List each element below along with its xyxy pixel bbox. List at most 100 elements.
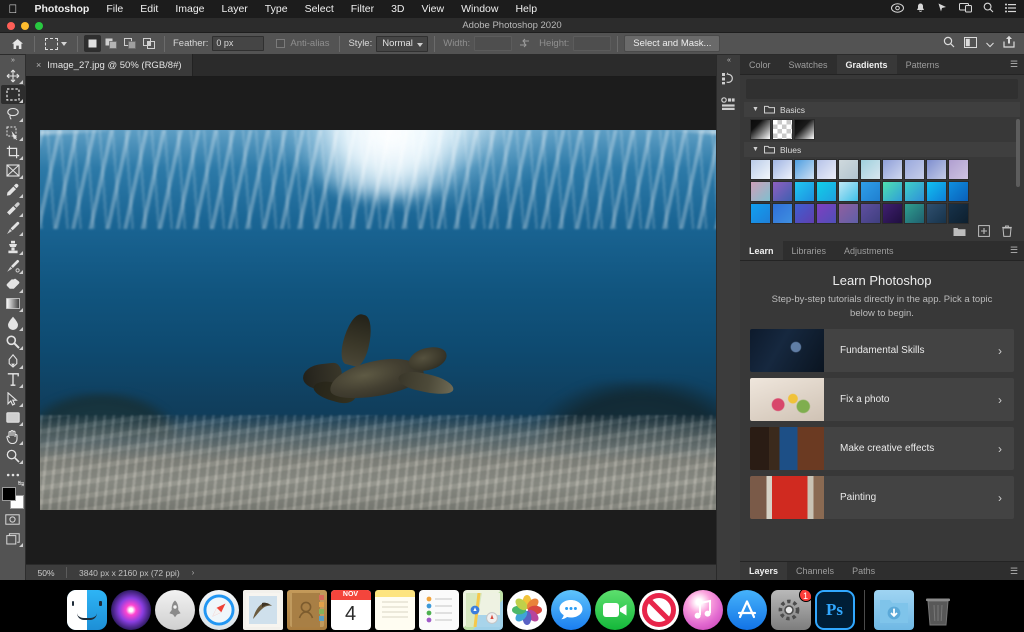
gradient-tool[interactable] — [1, 294, 25, 313]
foreground-color-chip[interactable] — [1, 487, 16, 501]
spot-healing-brush-tool[interactable] — [1, 199, 25, 218]
menu-item-image[interactable]: Image — [167, 0, 213, 18]
swap-colors-icon[interactable]: ↹ — [18, 479, 25, 488]
gradient-swatch[interactable] — [926, 159, 947, 180]
dock-item-mail[interactable] — [242, 590, 283, 630]
lasso-tool[interactable] — [1, 104, 25, 123]
panel-menu-icon[interactable]: ☰ — [1004, 241, 1024, 260]
workspace-icon[interactable] — [964, 35, 977, 53]
dock-item-safari[interactable] — [198, 590, 239, 630]
intersect-selection-button[interactable] — [141, 35, 158, 52]
new-gradient-icon[interactable] — [978, 224, 990, 242]
search-icon[interactable] — [943, 35, 955, 53]
new-selection-button[interactable] — [84, 35, 101, 52]
gradient-swatch[interactable] — [882, 203, 903, 224]
dock-item-photos[interactable] — [506, 590, 547, 630]
share-icon[interactable] — [1003, 35, 1015, 53]
gradient-swatch[interactable] — [750, 203, 771, 224]
gradient-swatch[interactable] — [750, 181, 771, 202]
dock-item-facetime[interactable] — [594, 590, 635, 630]
notification-bell-icon[interactable] — [915, 2, 926, 16]
tab-learn[interactable]: Learn — [740, 241, 783, 260]
document-image[interactable] — [40, 130, 723, 510]
subtract-from-selection-button[interactable] — [122, 35, 139, 52]
brush-tool[interactable] — [1, 218, 25, 237]
tab-gradients[interactable]: Gradients — [836, 55, 897, 74]
zoom-tool[interactable] — [1, 446, 25, 465]
gradient-swatch[interactable] — [926, 203, 947, 224]
gradient-swatch[interactable] — [794, 203, 815, 224]
gradient-swatch[interactable] — [772, 203, 793, 224]
clone-stamp-tool[interactable] — [1, 237, 25, 256]
quick-selection-tool[interactable] — [1, 123, 25, 142]
tutorial-card[interactable]: Fix a photo › — [750, 378, 1014, 421]
pen-tool[interactable] — [1, 351, 25, 370]
height-input[interactable] — [573, 36, 612, 51]
eraser-tool[interactable] — [1, 275, 25, 294]
menu-item-select[interactable]: Select — [296, 0, 342, 18]
menu-item-type[interactable]: Type — [256, 0, 296, 18]
gradient-swatch[interactable] — [750, 119, 771, 140]
tutorial-card[interactable]: Fundamental Skills › — [750, 329, 1014, 372]
zoom-level[interactable]: 50% — [26, 568, 66, 578]
gradient-swatch[interactable] — [904, 159, 925, 180]
hand-tool[interactable] — [1, 427, 25, 446]
dodge-tool[interactable] — [1, 332, 25, 351]
menu-item-help[interactable]: Help — [507, 0, 546, 18]
apple-menu-icon[interactable]:  — [0, 3, 26, 15]
type-tool[interactable] — [1, 370, 25, 389]
tab-paths[interactable]: Paths — [843, 562, 884, 580]
gradient-swatch[interactable] — [882, 159, 903, 180]
tab-layers[interactable]: Layers — [740, 562, 788, 580]
tab-adjustments[interactable]: Adjustments — [835, 241, 903, 260]
menu-item-window[interactable]: Window — [453, 0, 507, 18]
gradient-group-basics[interactable]: ▼ Basics — [744, 102, 1020, 117]
select-and-mask-button[interactable]: Select and Mask... — [624, 35, 721, 52]
gradient-swatch[interactable] — [794, 181, 815, 202]
dock-item-maps[interactable] — [462, 590, 503, 630]
anti-alias-checkbox[interactable] — [276, 39, 286, 48]
gradient-swatch[interactable] — [816, 203, 837, 224]
tutorial-card[interactable]: Make creative effects › — [750, 427, 1014, 470]
feather-input[interactable]: 0 px — [212, 36, 265, 51]
panel-menu-icon[interactable]: ☰ — [1004, 562, 1024, 580]
gradient-swatch[interactable] — [904, 181, 925, 202]
menu-item-3d[interactable]: 3D — [383, 0, 413, 18]
eyedropper-tool[interactable] — [1, 180, 25, 199]
gradient-swatch[interactable] — [816, 181, 837, 202]
actions-panel-icon[interactable] — [718, 91, 740, 117]
toolbar-grip[interactable]: » — [11, 57, 15, 66]
dock-item-messages[interactable] — [550, 590, 591, 630]
gradient-swatch[interactable] — [926, 181, 947, 202]
tab-swatches[interactable]: Swatches — [780, 55, 837, 74]
chevron-down-icon[interactable] — [61, 41, 67, 46]
gradient-swatch[interactable] — [838, 181, 859, 202]
quick-mask-icon[interactable] — [1, 510, 25, 529]
spotlight-search-icon[interactable] — [983, 2, 994, 16]
dock-item-finder[interactable] — [66, 590, 107, 630]
panel-menu-icon[interactable]: ☰ — [1004, 55, 1024, 74]
gradient-swatch[interactable] — [772, 181, 793, 202]
menu-item-view[interactable]: View — [413, 0, 453, 18]
rectangular-marquee-tool[interactable] — [0, 85, 25, 104]
gradient-swatch[interactable] — [860, 159, 881, 180]
chevron-right-icon[interactable]: › — [998, 344, 1014, 358]
gradient-swatch[interactable] — [860, 203, 881, 224]
history-brush-tool[interactable] — [1, 256, 25, 275]
move-tool[interactable] — [1, 66, 25, 85]
delete-icon[interactable] — [1002, 224, 1012, 242]
screen-mode-icon[interactable] — [1, 529, 25, 548]
gradient-swatch[interactable] — [794, 159, 815, 180]
frame-tool[interactable] — [1, 161, 25, 180]
dock-item-downloads-folder[interactable] — [873, 590, 914, 630]
home-icon[interactable] — [6, 35, 28, 53]
gradient-swatch[interactable] — [750, 159, 771, 180]
dock-item-siri[interactable] — [110, 590, 151, 630]
gradients-search-field[interactable] — [746, 79, 1018, 99]
menu-item-layer[interactable]: Layer — [213, 0, 256, 18]
dock-item-contacts[interactable] — [286, 590, 327, 630]
tab-channels[interactable]: Channels — [787, 562, 843, 580]
gradient-swatch[interactable] — [948, 159, 969, 180]
blur-tool[interactable] — [1, 313, 25, 332]
menu-item-edit[interactable]: Edit — [132, 0, 167, 18]
